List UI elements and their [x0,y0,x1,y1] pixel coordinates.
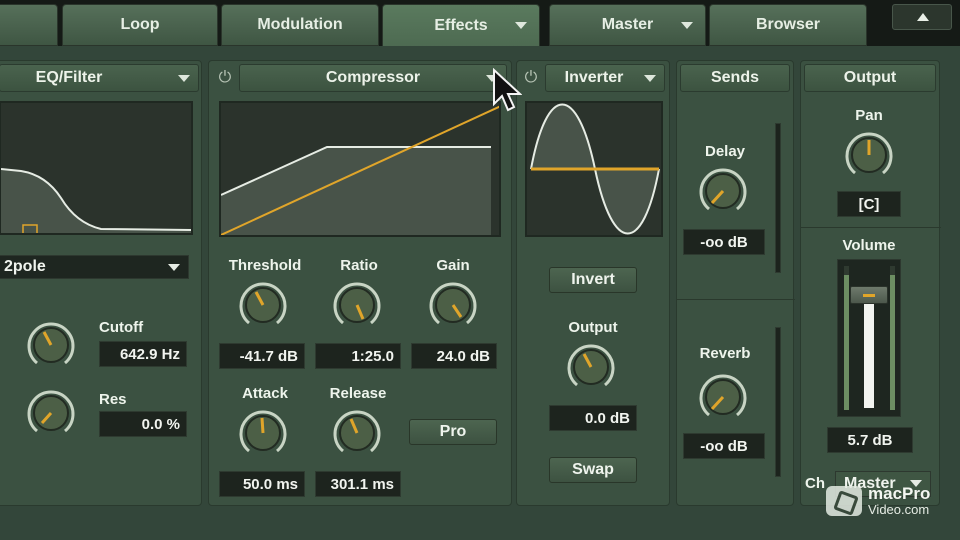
delay-value[interactable]: -oo dB [683,229,765,255]
compressor-curve-graph [221,103,499,235]
tab-label: Modulation [257,16,343,33]
filter-type-select[interactable]: 2pole [0,255,189,279]
threshold-label: Threshold [228,257,302,274]
filter-curve-display[interactable] [0,101,193,235]
volume-meter-right [890,266,895,410]
cutoff-label: Cutoff [99,319,144,336]
delay-knob[interactable] [697,165,749,217]
output-header: Output [804,64,936,92]
output-label: Output [568,319,618,336]
tab-browser[interactable]: Browser [709,4,867,46]
tab-label: Browser [755,16,821,33]
attack-label: Attack [242,385,288,402]
pan-knob[interactable] [843,129,895,181]
threshold-value[interactable]: -41.7 dB [219,343,305,369]
reverb-knob[interactable] [697,371,749,423]
compressor-curve-display[interactable] [219,101,501,237]
output-section: Output Pan [C] Volume 5.7 dB Ch Master [800,60,941,506]
inverter-header[interactable]: Inverter [545,64,665,92]
release-label: Release [329,385,387,402]
volume-meter-left [844,266,849,410]
res-value[interactable]: 0.0 % [99,411,187,437]
ratio-value[interactable]: 1:25.0 [315,343,401,369]
tab-loop[interactable]: Loop [62,4,218,46]
delay-label: Delay [704,143,746,160]
divider [677,299,795,300]
reverb-label: Reverb [699,345,751,362]
volume-fader-track[interactable] [837,259,901,417]
invert-button[interactable]: Invert [549,267,637,293]
volume-label: Volume [842,237,896,254]
tab-label: Loop [120,16,160,33]
effects-panel: EQ/Filter 2pole Cutoff 642.9 Hz Res 0.0 … [0,46,960,540]
inverter-wave-graph [527,103,661,235]
collapse-up-button[interactable] [892,4,952,30]
tab-partial[interactable] [0,4,58,46]
release-value[interactable]: 301.1 ms [315,471,401,497]
res-knob[interactable] [25,387,77,439]
swap-button[interactable]: Swap [549,457,637,483]
channel-label: Ch [805,475,825,492]
tab-label: Master [601,16,654,33]
filter-curve-graph [1,103,191,233]
inverter-section: ⏻ Inverter Invert Output 0.0 dB Swap [516,60,670,506]
gain-label: Gain [436,257,470,274]
chevron-down-icon[interactable] [681,22,693,29]
ratio-label: Ratio [340,257,378,274]
chevron-down-icon[interactable] [178,75,190,82]
sends-header: Sends [680,64,790,92]
inverter-title: Inverter [564,69,624,86]
threshold-knob[interactable] [237,279,289,331]
tab-modulation[interactable]: Modulation [221,4,379,46]
inverter-output-value[interactable]: 0.0 dB [549,405,637,431]
power-icon[interactable]: ⏻ [520,67,542,89]
gain-value[interactable]: 24.0 dB [411,343,497,369]
macprovideo-logo-icon [826,486,862,516]
sends-section: Sends Delay -oo dB Reverb -oo dB [676,60,795,506]
volume-fill [864,300,874,408]
tab-bar: Loop Modulation Effects Master Browser [0,0,960,48]
tab-master[interactable]: Master [549,4,706,46]
chevron-down-icon [168,264,180,271]
inverter-output-knob[interactable] [565,341,617,393]
cutoff-knob[interactable] [25,319,77,371]
compressor-header[interactable]: Compressor [239,64,507,92]
power-icon[interactable]: ⏻ [214,67,236,89]
volume-fader-handle[interactable] [850,286,888,304]
mouse-cursor-icon [493,68,522,112]
pro-button[interactable]: Pro [409,419,497,445]
watermark-line2: Video.com [868,502,930,517]
res-label: Res [99,391,127,408]
output-title: Output [843,69,897,86]
inverter-wave-display [525,101,663,237]
filter-type-value: 2pole [4,258,46,275]
eq-filter-title: EQ/Filter [35,69,103,86]
compressor-section: ⏻ Compressor Threshold -41.7 dB Ratio 1:… [208,60,512,506]
chevron-down-icon[interactable] [644,75,656,82]
volume-value[interactable]: 5.7 dB [827,427,913,453]
delay-meter [775,123,781,273]
reverb-value[interactable]: -oo dB [683,433,765,459]
eq-filter-section: EQ/Filter 2pole Cutoff 642.9 Hz Res 0.0 … [0,60,202,506]
tab-label: Effects [434,17,488,34]
watermark: macPro Video.com [826,484,956,518]
reverb-meter [775,327,781,477]
eq-filter-header[interactable]: EQ/Filter [0,64,199,92]
compressor-title: Compressor [325,69,421,86]
attack-value[interactable]: 50.0 ms [219,471,305,497]
cutoff-value[interactable]: 642.9 Hz [99,341,187,367]
attack-knob[interactable] [237,407,289,459]
pan-value[interactable]: [C] [837,191,901,217]
sends-title: Sends [710,69,759,86]
ratio-knob[interactable] [331,279,383,331]
divider [801,227,941,228]
gain-knob[interactable] [427,279,479,331]
release-knob[interactable] [331,407,383,459]
pan-label: Pan [855,107,883,124]
tab-effects[interactable]: Effects [382,4,540,48]
watermark-line1: macPro [868,484,931,503]
chevron-down-icon[interactable] [515,22,527,29]
